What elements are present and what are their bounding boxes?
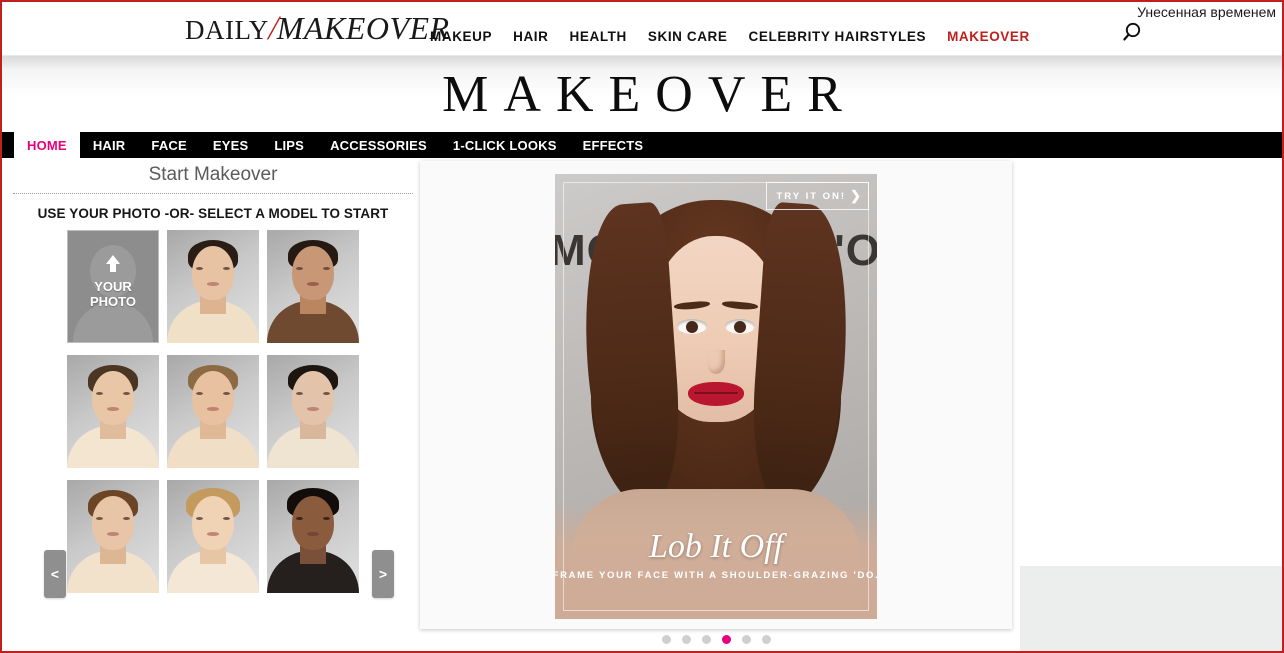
model-thumbnail[interactable] [267, 480, 359, 593]
try-it-on-button[interactable]: TRY IT ON! ❯ [766, 182, 869, 210]
lips [688, 382, 744, 406]
carousel-dot[interactable] [741, 635, 751, 644]
main-nav: MAKEUP HAIR HEALTH SKIN CARE CELEBRITY H… [430, 29, 1051, 44]
nav-item-health[interactable]: HEALTH [570, 29, 648, 44]
upload-tile-label: YOUR PHOTO [68, 279, 158, 309]
model-grid: YOUR PHOTO [8, 230, 418, 593]
nav-item-makeover[interactable]: MAKEOVER [947, 29, 1051, 44]
content-area: Start Makeover USE YOUR PHOTO -OR- SELEC… [2, 158, 1282, 651]
models-prev-button[interactable]: < [44, 550, 66, 598]
nav-item-hair[interactable]: HAIR [513, 29, 569, 44]
models-next-button[interactable]: > [372, 550, 394, 598]
tab-lips[interactable]: LIPS [261, 132, 317, 158]
carousel-dot[interactable] [761, 635, 771, 644]
tab-face[interactable]: FACE [138, 132, 199, 158]
upload-label-line1: YOUR [94, 279, 132, 294]
brand-makeover: MAKEOVER [276, 10, 450, 46]
model-thumbnail[interactable] [267, 230, 359, 343]
model-thumbnail[interactable] [67, 355, 159, 468]
tab-hair[interactable]: HAIR [80, 132, 139, 158]
page-frame: DAILY/MAKEOVER MAKEUP HAIR HEALTH SKIN C… [0, 0, 1284, 653]
tab-1-click-looks[interactable]: 1-CLICK LOOKS [440, 132, 570, 158]
start-makeover-title: Start Makeover [148, 164, 278, 185]
start-makeover-panel: Start Makeover USE YOUR PHOTO -OR- SELEC… [8, 158, 418, 598]
advertisement-panel[interactable]: LADA XRAY I RECOMMEND.RU [1020, 566, 1282, 651]
model-thumbnail[interactable] [267, 355, 359, 468]
nose [707, 350, 725, 374]
model-thumbnail[interactable] [167, 230, 259, 343]
hero-caption-subtitle: FRAME YOUR FACE WITH A SHOULDER-GRAZING … [555, 570, 877, 581]
upload-your-photo-tile[interactable]: YOUR PHOTO [67, 230, 159, 343]
section-tabbar: HOME HAIR FACE EYES LIPS ACCESSORIES 1-C… [2, 132, 1282, 158]
page-title: MAKEOVER [442, 65, 857, 123]
eye-left [677, 319, 707, 334]
nav-item-celebrity-hairstyles[interactable]: CELEBRITY HAIRSTYLES [749, 29, 948, 44]
upload-label-line2: PHOTO [90, 294, 136, 309]
carousel-dot[interactable] [681, 635, 691, 644]
model-thumbnail[interactable] [167, 480, 259, 593]
hero-slide[interactable]: MOU L'O [555, 174, 877, 619]
tab-effects[interactable]: EFFECTS [570, 132, 657, 158]
model-thumbnail[interactable] [67, 480, 159, 593]
hero-caption: Lob It Off FRAME YOUR FACE WITH A SHOULD… [555, 528, 877, 581]
tab-accessories[interactable]: ACCESSORIES [317, 132, 440, 158]
nav-item-makeup[interactable]: MAKEUP [430, 29, 513, 44]
carousel-dot-active[interactable] [721, 635, 731, 644]
eye-right [725, 319, 755, 334]
carousel-dot[interactable] [661, 635, 671, 644]
nav-item-skin-care[interactable]: SKIN CARE [648, 29, 749, 44]
tab-eyes[interactable]: EYES [200, 132, 261, 158]
chevron-right-icon: ❯ [850, 188, 861, 203]
brand-daily: DAILY [185, 15, 269, 45]
start-instruction: USE YOUR PHOTO -OR- SELECT A MODEL TO ST… [37, 206, 389, 221]
model-thumbnail[interactable] [167, 355, 259, 468]
carousel-dot[interactable] [701, 635, 711, 644]
try-it-on-label: TRY IT ON! [776, 190, 847, 202]
hero-caption-subrow: FRAME YOUR FACE WITH A SHOULDER-GRAZING … [555, 570, 877, 581]
site-header: DAILY/MAKEOVER MAKEUP HAIR HEALTH SKIN C… [2, 2, 1282, 56]
brand-logo[interactable]: DAILY/MAKEOVER [185, 10, 450, 48]
tab-home[interactable]: HOME [14, 132, 80, 158]
carousel-dots [420, 635, 1012, 644]
hero-carousel-panel: MOU L'O [420, 161, 1012, 644]
hero-caption-title: Lob It Off [648, 528, 784, 565]
search-icon[interactable] [1121, 20, 1147, 46]
makeover-banner: MAKEOVER [2, 56, 1282, 132]
overlay-caption: Унесенная временем [1137, 4, 1276, 20]
